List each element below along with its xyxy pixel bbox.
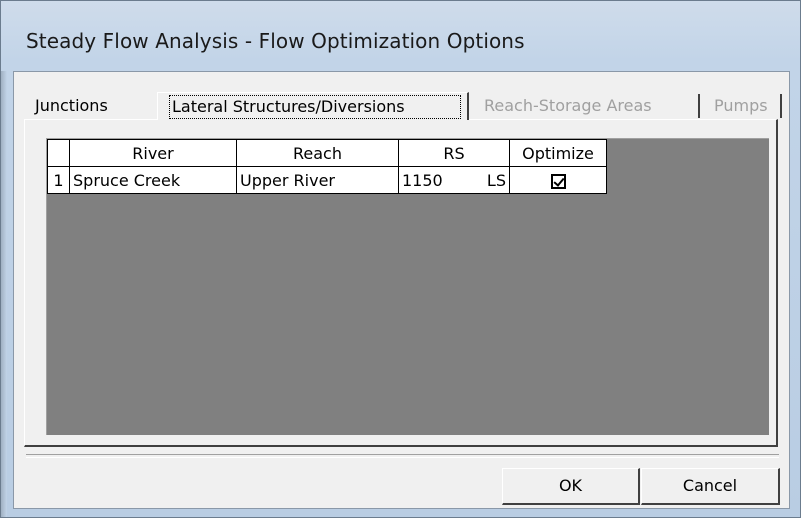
table-header-row: River Reach RS Optimize	[47, 139, 607, 167]
header-index	[47, 139, 70, 167]
header-rs[interactable]: RS	[398, 139, 510, 167]
rs-type: LS	[486, 170, 506, 190]
row-index-cell[interactable]: 1	[47, 166, 70, 194]
header-optimize[interactable]: Optimize	[509, 139, 607, 167]
rs-value: 1150	[402, 170, 443, 190]
tab-junctions[interactable]: Junctions	[24, 94, 154, 118]
title-bar[interactable]: Steady Flow Analysis - Flow Optimization…	[1, 1, 800, 61]
optimize-cell[interactable]	[509, 166, 607, 194]
dialog-window: Steady Flow Analysis - Flow Optimization…	[0, 0, 801, 518]
cancel-button[interactable]: Cancel	[641, 468, 780, 505]
tab-lateral-label: Lateral Structures/Diversions	[172, 97, 405, 116]
river-cell[interactable]: Spruce Creek	[69, 166, 237, 194]
tab-pumps: Pumps	[704, 94, 782, 118]
tab-reach-label: Reach-Storage Areas	[484, 96, 652, 115]
rs-cell[interactable]: 1150 LS	[398, 166, 510, 194]
optimize-checkbox[interactable]	[550, 173, 566, 189]
window-title: Steady Flow Analysis - Flow Optimization…	[26, 29, 525, 53]
reach-cell[interactable]: Upper River	[236, 166, 399, 194]
optimization-table: River Reach RS Optimize 1 Spruce Creek U…	[47, 139, 607, 194]
tab-pumps-label: Pumps	[714, 96, 768, 115]
tab-lateral-structures-diversions[interactable]: Lateral Structures/Diversions	[157, 92, 469, 120]
header-river[interactable]: River	[69, 139, 237, 167]
dialog-client-area: Junctions Lateral Structures/Diversions …	[13, 71, 790, 509]
window-frame	[1, 71, 7, 517]
separator	[26, 454, 779, 458]
tab-reach-storage-areas: Reach-Storage Areas	[474, 94, 700, 118]
optimization-grid[interactable]: River Reach RS Optimize 1 Spruce Creek U…	[46, 138, 769, 435]
table-row: 1 Spruce Creek Upper River 1150 LS	[47, 166, 607, 194]
tab-junctions-label: Junctions	[35, 96, 108, 115]
header-reach[interactable]: Reach	[236, 139, 399, 167]
ok-button[interactable]: OK	[502, 468, 640, 505]
